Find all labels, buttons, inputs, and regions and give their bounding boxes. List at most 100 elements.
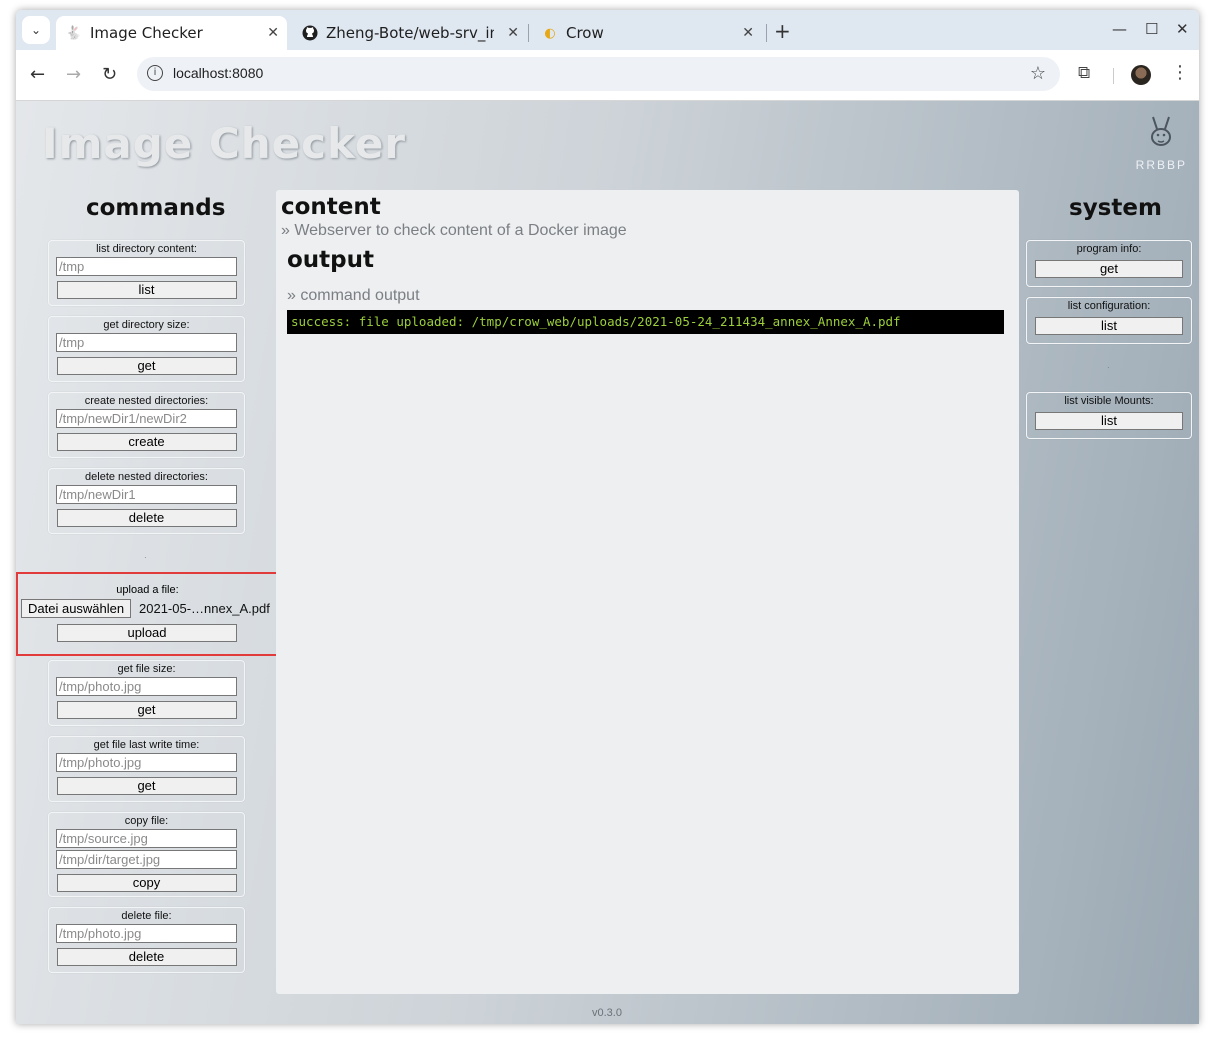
- reload-button[interactable]: ↻: [102, 64, 117, 85]
- profile-avatar[interactable]: [1131, 65, 1151, 85]
- list-mounts-card: list visible Mounts: list: [1026, 392, 1192, 439]
- version-label: v0.3.0: [592, 1007, 622, 1019]
- tab-github[interactable]: Zheng-Bote/web-srv_im ✕: [292, 16, 527, 50]
- new-tab-button[interactable]: +: [774, 19, 791, 43]
- tab-separator: [766, 24, 767, 42]
- tab-title: Zheng-Bote/web-srv_im: [326, 24, 494, 42]
- directory-path-input[interactable]: [56, 333, 237, 352]
- list-button[interactable]: list: [1035, 412, 1183, 430]
- crow-icon: ◐: [544, 25, 556, 41]
- separator-dot: ·: [1107, 363, 1110, 372]
- plus-icon: +: [774, 19, 791, 43]
- get-button[interactable]: get: [56, 777, 237, 795]
- get-button[interactable]: get: [56, 357, 237, 375]
- tab-separator: [528, 24, 529, 42]
- github-icon: [302, 25, 318, 41]
- delete-file-card: delete file: delete: [48, 907, 245, 973]
- tab-bar: ⌄ 🐇 Image Checker ✕ Zheng-Bote/web-srv_i…: [16, 10, 1199, 50]
- card-label: list visible Mounts:: [1064, 395, 1154, 407]
- copy-file-card: copy file: copy: [48, 812, 245, 897]
- source-path-input[interactable]: [56, 829, 237, 848]
- close-icon[interactable]: ✕: [507, 25, 519, 41]
- file-path-input[interactable]: [56, 924, 237, 943]
- minimize-button[interactable]: —: [1112, 20, 1127, 38]
- browser-toolbar: ← → ↻ i localhost:8080 ☆ ⧉ ⋮: [16, 50, 1199, 101]
- arrow-right-icon: →: [66, 64, 82, 85]
- target-path-input[interactable]: [56, 850, 237, 869]
- logo: RRBBP: [1136, 115, 1187, 172]
- card-label: get file last write time:: [93, 739, 200, 751]
- copy-button[interactable]: copy: [56, 874, 237, 892]
- directory-size-card: get directory size: get: [48, 316, 245, 382]
- bookmark-star-icon[interactable]: ☆: [1030, 63, 1046, 84]
- tab-image-checker[interactable]: 🐇 Image Checker ✕: [56, 16, 287, 50]
- reload-icon: ↻: [102, 64, 118, 85]
- file-write-time-card: get file last write time: get: [48, 736, 245, 802]
- close-icon[interactable]: ✕: [267, 25, 279, 41]
- card-label: program info:: [1076, 243, 1142, 255]
- output-heading: output: [287, 247, 375, 273]
- commands-heading: commands: [86, 195, 226, 221]
- directory-path-input[interactable]: [56, 409, 237, 428]
- list-button[interactable]: list: [56, 281, 237, 299]
- address-bar[interactable]: i localhost:8080 ☆: [137, 57, 1060, 91]
- logo-text: RRBBP: [1135, 158, 1187, 172]
- command-output: success: file uploaded: /tmp/crow_web/up…: [287, 310, 1004, 334]
- upload-button[interactable]: upload: [57, 624, 237, 642]
- toolbar-separator: [1113, 68, 1114, 84]
- file-path-input[interactable]: [56, 753, 237, 772]
- card-label: get directory size:: [103, 319, 190, 331]
- card-label: list directory content:: [96, 243, 197, 255]
- content-panel: content » Webserver to check content of …: [276, 190, 1019, 994]
- directory-path-input[interactable]: [56, 257, 237, 276]
- delete-button[interactable]: delete: [56, 948, 237, 966]
- card-label: create nested directories:: [84, 395, 209, 407]
- tab-title: Crow: [566, 24, 604, 42]
- site-info-icon[interactable]: i: [147, 65, 163, 81]
- directory-path-input[interactable]: [56, 485, 237, 504]
- card-label: get file size:: [117, 663, 176, 675]
- delete-button[interactable]: delete: [56, 509, 237, 527]
- selected-file-name: 2021-05-…nnex_A.pdf: [139, 601, 270, 616]
- create-button[interactable]: create: [56, 433, 237, 451]
- file-size-card: get file size: get: [48, 660, 245, 726]
- get-button[interactable]: get: [1035, 260, 1183, 278]
- close-icon[interactable]: ✕: [742, 25, 754, 41]
- create-directories-card: create nested directories: create: [48, 392, 245, 458]
- menu-kebab-icon[interactable]: ⋮: [1171, 62, 1189, 83]
- file-path-input[interactable]: [56, 677, 237, 696]
- list-directory-card: list directory content: list: [48, 240, 245, 306]
- close-window-button[interactable]: ✕: [1176, 20, 1189, 38]
- tab-search-button[interactable]: ⌄: [22, 16, 50, 44]
- content-heading: content: [281, 194, 381, 220]
- upload-file-card: upload a file: Datei auswählen 2021-05-……: [16, 572, 279, 656]
- url-text: localhost:8080: [173, 65, 264, 81]
- list-button[interactable]: list: [1035, 317, 1183, 335]
- tab-title: Image Checker: [90, 24, 203, 42]
- card-label: list configuration:: [1067, 300, 1151, 312]
- program-info-card: program info: get: [1026, 240, 1192, 287]
- delete-directories-card: delete nested directories: delete: [48, 468, 245, 534]
- extensions-icon[interactable]: ⧉: [1078, 63, 1090, 83]
- maximize-icon: ☐: [1145, 20, 1159, 38]
- separator-dot: ·: [144, 553, 147, 562]
- card-label: copy file:: [124, 815, 169, 827]
- forward-button[interactable]: →: [66, 64, 81, 85]
- minimize-icon: —: [1112, 20, 1127, 38]
- get-button[interactable]: get: [56, 701, 237, 719]
- tab-crow[interactable]: ◐ Crow ✕: [532, 16, 762, 50]
- content-subtitle: » Webserver to check content of a Docker…: [281, 222, 627, 239]
- card-label: delete file:: [121, 910, 172, 922]
- card-label: delete nested directories:: [85, 471, 208, 483]
- card-label: upload a file:: [116, 584, 179, 596]
- choose-file-button[interactable]: Datei auswählen: [21, 599, 132, 618]
- close-icon: ✕: [1176, 20, 1189, 38]
- rabbit-logo-icon: [1136, 115, 1187, 158]
- browser-window: ⌄ 🐇 Image Checker ✕ Zheng-Bote/web-srv_i…: [16, 10, 1199, 1024]
- chevron-down-icon: ⌄: [30, 23, 42, 37]
- output-subtitle: » command output: [287, 287, 420, 304]
- maximize-button[interactable]: ☐: [1145, 20, 1158, 38]
- rabbit-icon: 🐇: [65, 25, 83, 41]
- system-heading: system: [1069, 195, 1162, 221]
- back-button[interactable]: ←: [30, 64, 45, 85]
